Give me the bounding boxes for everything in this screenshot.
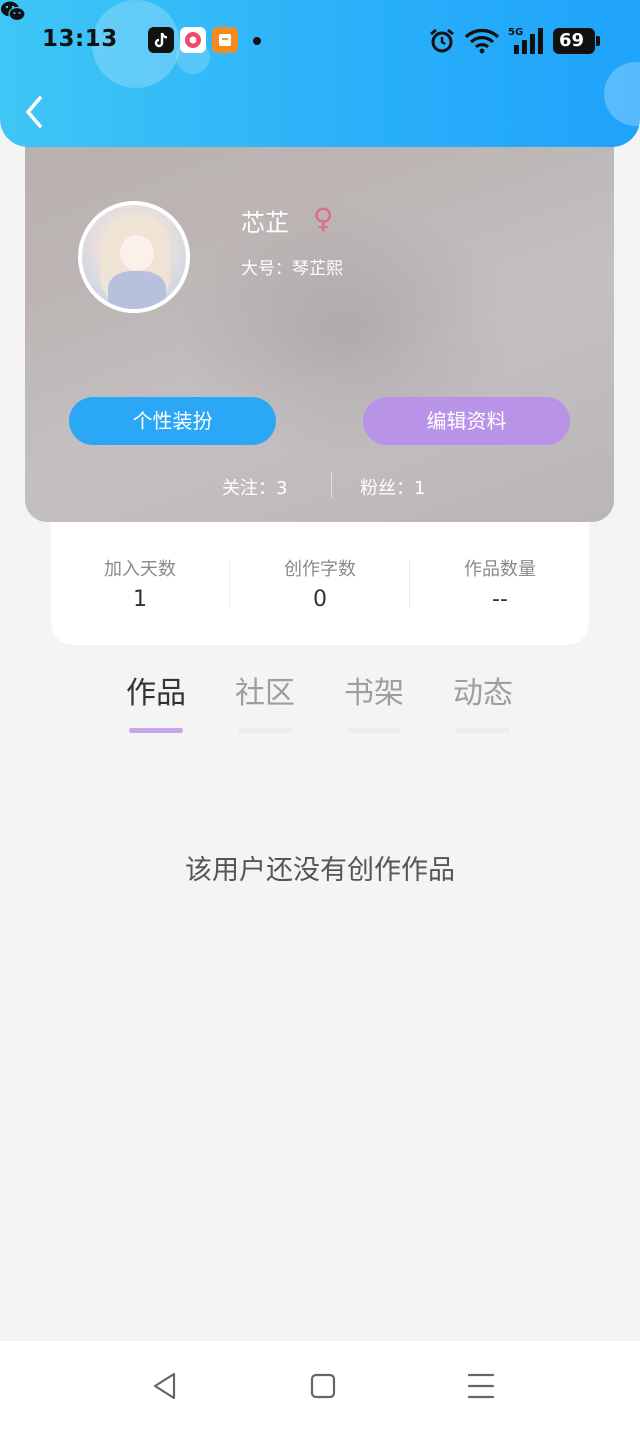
content-tabs: 作品 社区 书架 动态 bbox=[0, 662, 640, 733]
tiktok-icon bbox=[148, 27, 174, 53]
stat-value: 1 bbox=[133, 587, 147, 612]
username: 芯芷 bbox=[241, 209, 289, 237]
avatar-face bbox=[120, 235, 154, 271]
tab-indicator bbox=[129, 728, 183, 733]
chevron-left-icon[interactable] bbox=[20, 92, 50, 132]
follow-stats: 关注：3 粉丝：1 bbox=[25, 472, 614, 502]
following-count[interactable]: 关注：3 bbox=[222, 474, 287, 500]
followers-count[interactable]: 粉丝：1 bbox=[360, 474, 425, 500]
stat-label: 作品数量 bbox=[464, 559, 536, 580]
profile-card: 芯芷 ♀ 大号：琴芷熙 个性装扮 编辑资料 关注：3 粉丝：1 bbox=[25, 120, 614, 522]
edit-profile-button[interactable]: 编辑资料 bbox=[363, 397, 570, 445]
status-bar: 13:13 5G 69 bbox=[0, 0, 640, 84]
stat-divider bbox=[409, 560, 410, 608]
alarm-icon bbox=[430, 28, 454, 53]
more-notifications-dot bbox=[253, 37, 261, 45]
personalize-button[interactable]: 个性装扮 bbox=[69, 397, 276, 445]
app-icon bbox=[180, 27, 206, 53]
stat-value: 0 bbox=[313, 587, 327, 612]
tab-works[interactable]: 作品 bbox=[116, 668, 196, 733]
main-account-alias: 大号：琴芷熙 bbox=[241, 259, 343, 279]
tab-community[interactable]: 社区 bbox=[225, 668, 305, 733]
stat-word-count: 创作字数 0 bbox=[245, 555, 395, 612]
header: 13:13 5G 69 bbox=[0, 0, 640, 147]
stat-divider bbox=[229, 560, 230, 608]
battery-icon: 69 bbox=[553, 28, 600, 54]
tab-activity[interactable]: 动态 bbox=[443, 668, 523, 733]
stat-value: -- bbox=[492, 587, 508, 612]
avatar-dress bbox=[108, 271, 166, 309]
tab-indicator bbox=[347, 728, 401, 733]
tab-indicator bbox=[456, 728, 510, 733]
stat-works-count: 作品数量 -- bbox=[425, 555, 575, 612]
system-nav-bar bbox=[0, 1341, 640, 1429]
tab-indicator bbox=[238, 728, 292, 733]
wifi-icon bbox=[464, 29, 500, 54]
home-square-icon[interactable] bbox=[306, 1369, 340, 1403]
menu-lines-icon[interactable] bbox=[464, 1369, 498, 1403]
status-time: 13:13 bbox=[42, 26, 118, 52]
follow-divider bbox=[331, 472, 332, 498]
tab-label: 作品 bbox=[126, 676, 186, 711]
network-label: 5G bbox=[508, 27, 523, 38]
stat-label: 创作字数 bbox=[284, 559, 356, 580]
tab-bookshelf[interactable]: 书架 bbox=[334, 668, 414, 733]
profile-page: 13:13 5G 69 芯芷 ♀ 大号：琴芷熙 个性装扮 编辑资料 关注：3 粉… bbox=[0, 0, 640, 1429]
tab-label: 社区 bbox=[235, 676, 295, 711]
wechat-icon bbox=[1, 1, 26, 22]
female-gender-icon: ♀ bbox=[313, 202, 334, 235]
avatar[interactable] bbox=[78, 201, 190, 313]
reader-app-icon bbox=[212, 27, 238, 53]
tab-label: 动态 bbox=[453, 676, 513, 711]
stat-label: 加入天数 bbox=[104, 559, 176, 580]
stat-join-days: 加入天数 1 bbox=[65, 555, 215, 612]
5g-signal-icon: 5G bbox=[508, 27, 543, 54]
back-triangle-icon[interactable] bbox=[148, 1369, 182, 1403]
empty-state-message: 该用户还没有创作作品 bbox=[185, 855, 455, 886]
tab-label: 书架 bbox=[344, 676, 404, 711]
